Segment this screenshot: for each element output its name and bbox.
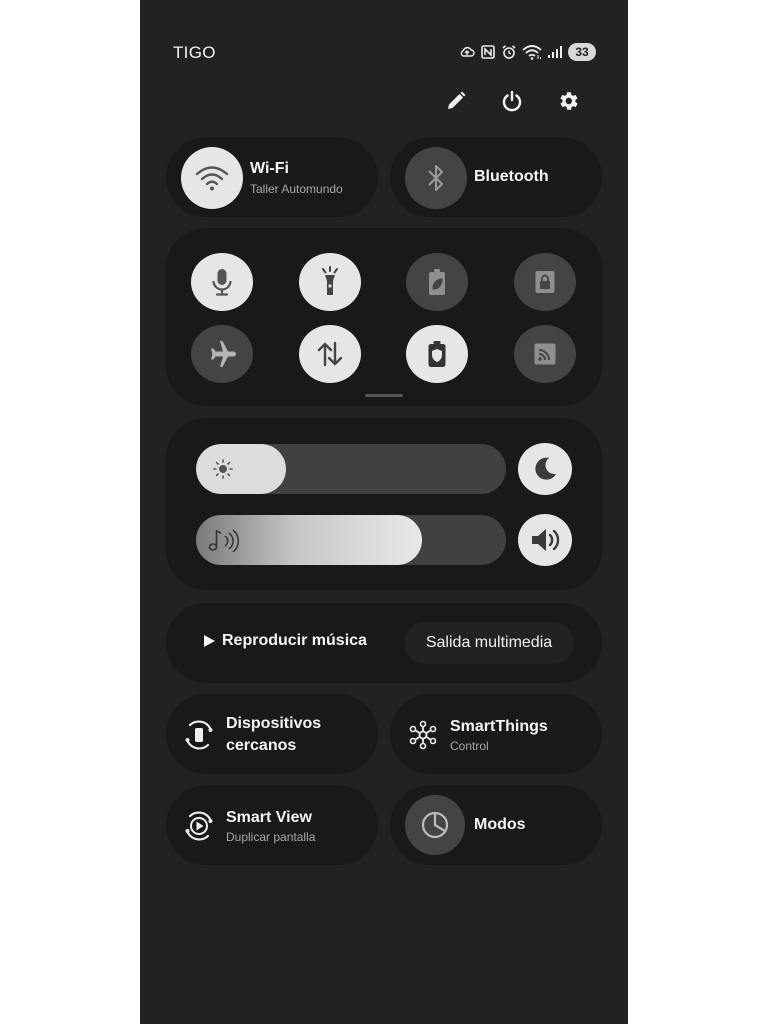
power-saving-icon [429,269,445,295]
volume-slider[interactable] [196,515,506,565]
bluetooth-title: Bluetooth [474,168,549,185]
cloud-upload-icon [460,46,475,57]
media-output-label: Salida multimedia [425,634,553,651]
modes-title: Modos [474,816,526,833]
airplane-mode-toggle[interactable] [191,325,253,383]
dark-mode-button[interactable] [518,443,572,495]
wifi-status-icon [522,45,542,60]
flashlight-icon [322,266,338,295]
play-icon [204,635,215,647]
quick-panel: TIGO 33 Wi-Fi Taller Automundo Bluetooth… [140,0,628,1024]
wifi-tile[interactable]: Wi-Fi Taller Automundo [166,137,378,217]
media-output-button[interactable]: Salida multimedia [404,622,574,664]
modes-tile[interactable]: Modos [390,785,602,865]
nfc-icon [481,45,495,59]
battery-protect-icon [428,341,446,367]
brightness-slider[interactable] [196,444,506,494]
smart-view-subtitle: Duplicar pantalla [226,830,316,844]
carrier-name: TIGO [173,43,216,62]
gear-icon[interactable] [556,88,580,114]
status-bar: TIGO 33 [140,40,628,64]
play-music-label: Reproducir música [222,632,367,649]
moon-icon [535,457,556,480]
wifi-toggle[interactable] [181,147,243,209]
nearby-devices-tile[interactable]: Dispositivos cercanos [166,694,378,774]
airplane-icon [211,341,236,367]
alarm-icon [502,45,516,59]
bluetooth-icon [428,165,443,191]
smartthings-tile[interactable]: SmartThings Control [390,694,602,774]
smartthings-icon [406,718,440,752]
microphone-icon [212,269,232,296]
top-actions [444,88,580,114]
brightness-fill [196,444,286,494]
speaker-icon [532,529,560,551]
microphone-toggle[interactable] [191,253,253,311]
bluetooth-toggle[interactable] [405,147,467,209]
power-icon[interactable] [500,88,524,114]
sliders-card [166,418,602,590]
wifi-icon [195,166,229,191]
flashlight-toggle[interactable] [299,253,361,311]
bluetooth-tile[interactable]: Bluetooth [390,137,602,217]
status-icons: 33 [459,43,596,61]
smartthings-subtitle: Control [450,739,489,753]
pencil-icon[interactable] [444,88,468,114]
sound-mode-button[interactable] [518,514,572,566]
smart-view-title: Smart View [226,809,312,826]
smart-view-tile[interactable]: Smart View Duplicar pantalla [166,785,378,865]
battery-protect-toggle[interactable] [406,325,468,383]
sun-icon [213,459,233,479]
secure-folder-icon [535,271,555,293]
quick-settings-grid [166,228,602,406]
secure-folder-toggle[interactable] [514,253,576,311]
cast-icon [534,343,556,365]
wifi-title: Wi-Fi [250,160,289,177]
power-saving-toggle[interactable] [406,253,468,311]
smart-view-icon [182,809,216,843]
signal-icon [548,46,562,58]
music-note-icon [208,529,240,552]
nearby-devices-title-line1: Dispositivos [226,715,322,732]
expand-handle[interactable] [365,394,403,397]
wifi-network-name: Taller Automundo [250,182,343,196]
nearby-devices-title-line2: cercanos [226,737,297,754]
battery-indicator: 33 [568,43,596,61]
smartthings-title: SmartThings [450,718,548,735]
nearby-devices-icon [182,718,216,752]
modes-button[interactable] [405,795,465,855]
play-music-button[interactable]: Reproducir música [202,632,367,650]
cast-toggle[interactable] [514,325,576,383]
mobile-data-icon [317,341,343,367]
media-card: Reproducir música Salida multimedia [166,603,602,683]
modes-icon [421,811,449,839]
mobile-data-toggle[interactable] [299,325,361,383]
